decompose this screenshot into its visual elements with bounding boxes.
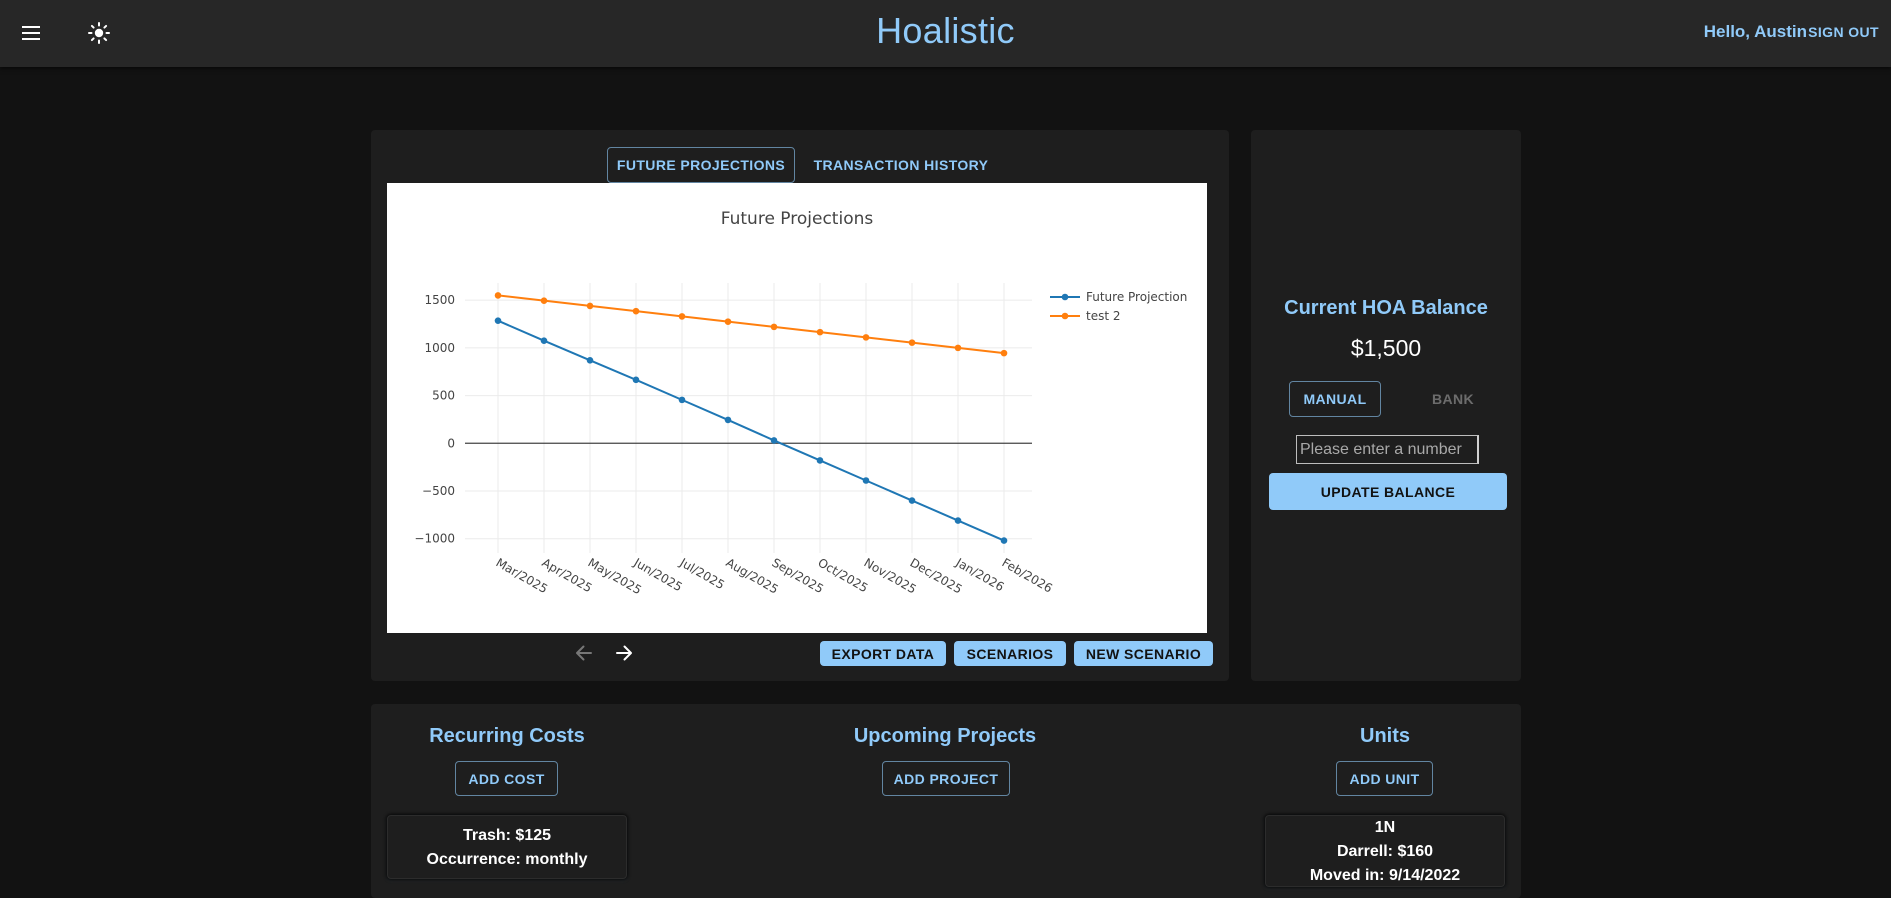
data-point [862,477,870,484]
y-tick-label: 0 [447,436,455,450]
data-point [494,317,502,324]
balance-title: Current HOA Balance [1284,297,1488,319]
data-point [954,344,962,352]
x-tick-label: Mar/2025 [494,555,551,596]
x-tick-label: Oct/2025 [816,555,871,595]
upcoming-projects-title: Upcoming Projects [853,725,1037,747]
tab-transaction-history[interactable]: TRANSACTION HISTORY [800,147,1002,183]
data-point [724,416,732,424]
data-point [954,517,962,524]
data-point [770,323,778,331]
sign-out-button[interactable]: SIGN OUT [1808,24,1879,40]
data-point [586,302,594,310]
cost-occurrence: Occurrence: monthly [426,851,588,868]
x-tick-label: Feb/2026 [1000,555,1055,595]
y-tick-label: 1000 [424,341,455,355]
add-project-button[interactable]: ADD PROJECT [882,761,1010,796]
x-tick-label: Sep/2025 [770,555,827,596]
y-tick-label: 500 [432,389,455,403]
data-point [1000,349,1008,357]
legend-marker [1061,312,1069,320]
data-point [908,497,916,504]
unit-moved-in: Moved in: 9/14/2022 [1309,867,1461,884]
data-point [678,396,686,404]
series-line [497,319,1005,542]
manual-toggle[interactable]: MANUAL [1289,381,1381,417]
legend-label: Future Projection [1086,290,1187,304]
user-greeting: Hello, Austin [1703,22,1807,41]
recurring-costs-title: Recurring Costs [429,725,585,747]
x-tick-label: Jul/2025 [677,555,727,592]
data-point [540,297,548,304]
legend-label: test 2 [1086,309,1121,323]
export-data-button[interactable]: EXPORT DATA [820,641,946,666]
data-point [1000,537,1008,544]
data-point [908,339,916,346]
projections-chart: 1500 1000 500 0 −500 −1000 Mar/2025 Apr/2025 May… [387,183,1207,633]
data-point [678,313,686,320]
unit-card[interactable]: 1N Darrell: $160 Moved in: 9/14/2022 [1265,815,1505,887]
app-title: Hoalistic [876,10,1015,51]
data-point [816,328,824,336]
data-point [494,292,502,299]
add-cost-button[interactable]: ADD COST [455,761,558,796]
data-point [540,337,548,345]
chart-svg: 150010005000−500−1000Mar/2025Apr/2025May… [414,209,1187,597]
arrow-right-icon[interactable] [609,638,639,668]
balance-value: $1,500 [1350,335,1422,361]
x-tick-label: Apr/2025 [540,555,595,595]
data-point [586,356,594,364]
series-line [497,294,1005,355]
scenarios-button[interactable]: SCENARIOS [954,641,1066,666]
y-tick-label: −500 [422,484,455,498]
units-title: Units [1360,725,1410,747]
unit-name: 1N [1374,819,1396,836]
new-scenario-button[interactable]: NEW SCENARIO [1074,641,1213,666]
data-point [862,334,870,341]
data-point [816,457,824,464]
cost-name: Trash: $125 [462,827,552,844]
data-point [770,437,778,444]
tab-future-projections[interactable]: FUTURE PROJECTIONS [607,147,795,183]
app-bar: Hoalistic Hello, Austin SIGN OUT [0,0,1891,67]
arrow-left-icon[interactable] [569,638,599,668]
update-balance-button[interactable]: UPDATE BALANCE [1269,473,1507,510]
add-unit-button[interactable]: ADD UNIT [1336,761,1433,796]
y-tick-label: −1000 [414,532,455,546]
data-point [632,307,640,315]
unit-owner: Darrell: $160 [1336,843,1434,860]
y-tick-label: 1500 [424,293,455,307]
data-point [632,376,640,384]
balance-input[interactable] [1296,435,1479,464]
cost-card[interactable]: Trash: $125 Occurrence: monthly [387,815,627,879]
chart-title: Future Projections [721,209,874,229]
legend-marker [1061,293,1069,301]
bank-toggle[interactable]: BANK [1407,381,1499,417]
data-point [724,318,732,325]
